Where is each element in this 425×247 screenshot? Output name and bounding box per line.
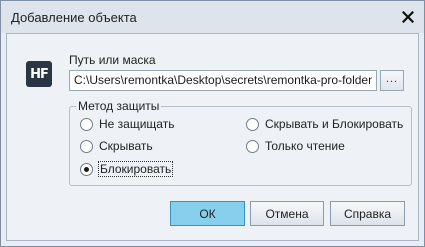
cancel-button[interactable]: Отмена: [250, 201, 324, 226]
close-icon: [402, 11, 414, 23]
path-input[interactable]: C:\Users\remontka\Desktop\secrets\remont…: [69, 70, 377, 91]
radio-label: Блокировать: [97, 161, 174, 177]
help-button[interactable]: Справка: [330, 201, 405, 226]
dialog-body: HF Путь или маска C:\Users\remontka\Desk…: [6, 33, 419, 241]
ok-button[interactable]: ОК: [170, 201, 245, 226]
browse-button[interactable]: ...: [380, 70, 404, 91]
radio-block[interactable]: Блокировать: [80, 161, 174, 177]
radio-label: Только чтение: [265, 139, 345, 153]
radio-button[interactable]: [246, 117, 259, 131]
protection-method-group: Метод защиты Не защищать Скрывать Блокир…: [69, 99, 412, 186]
radio-label: Скрывать и Блокировать: [265, 117, 404, 131]
radio-label: Скрывать: [99, 139, 153, 153]
radio-button[interactable]: [80, 117, 93, 131]
title-bar[interactable]: Добавление объекта: [1, 1, 424, 33]
radio-label: Не защищать: [99, 117, 175, 131]
radio-hide[interactable]: Скрывать: [80, 139, 153, 153]
app-logo-icon: HF: [26, 61, 52, 87]
radio-button[interactable]: [80, 162, 93, 176]
close-button[interactable]: [400, 9, 416, 25]
radio-read-only[interactable]: Только чтение: [246, 139, 345, 153]
path-label: Путь или маска: [69, 53, 156, 67]
protection-method-legend: Метод защиты: [76, 99, 162, 113]
app-logo-text: HF: [30, 66, 49, 82]
dialog-window: Добавление объекта HF Путь или маска C:\…: [0, 0, 425, 247]
radio-button[interactable]: [246, 139, 259, 153]
radio-button[interactable]: [80, 139, 93, 153]
window-title: Добавление объекта: [11, 10, 137, 25]
radio-hide-and-block[interactable]: Скрывать и Блокировать: [246, 117, 403, 131]
radio-no-protection[interactable]: Не защищать: [80, 117, 174, 131]
